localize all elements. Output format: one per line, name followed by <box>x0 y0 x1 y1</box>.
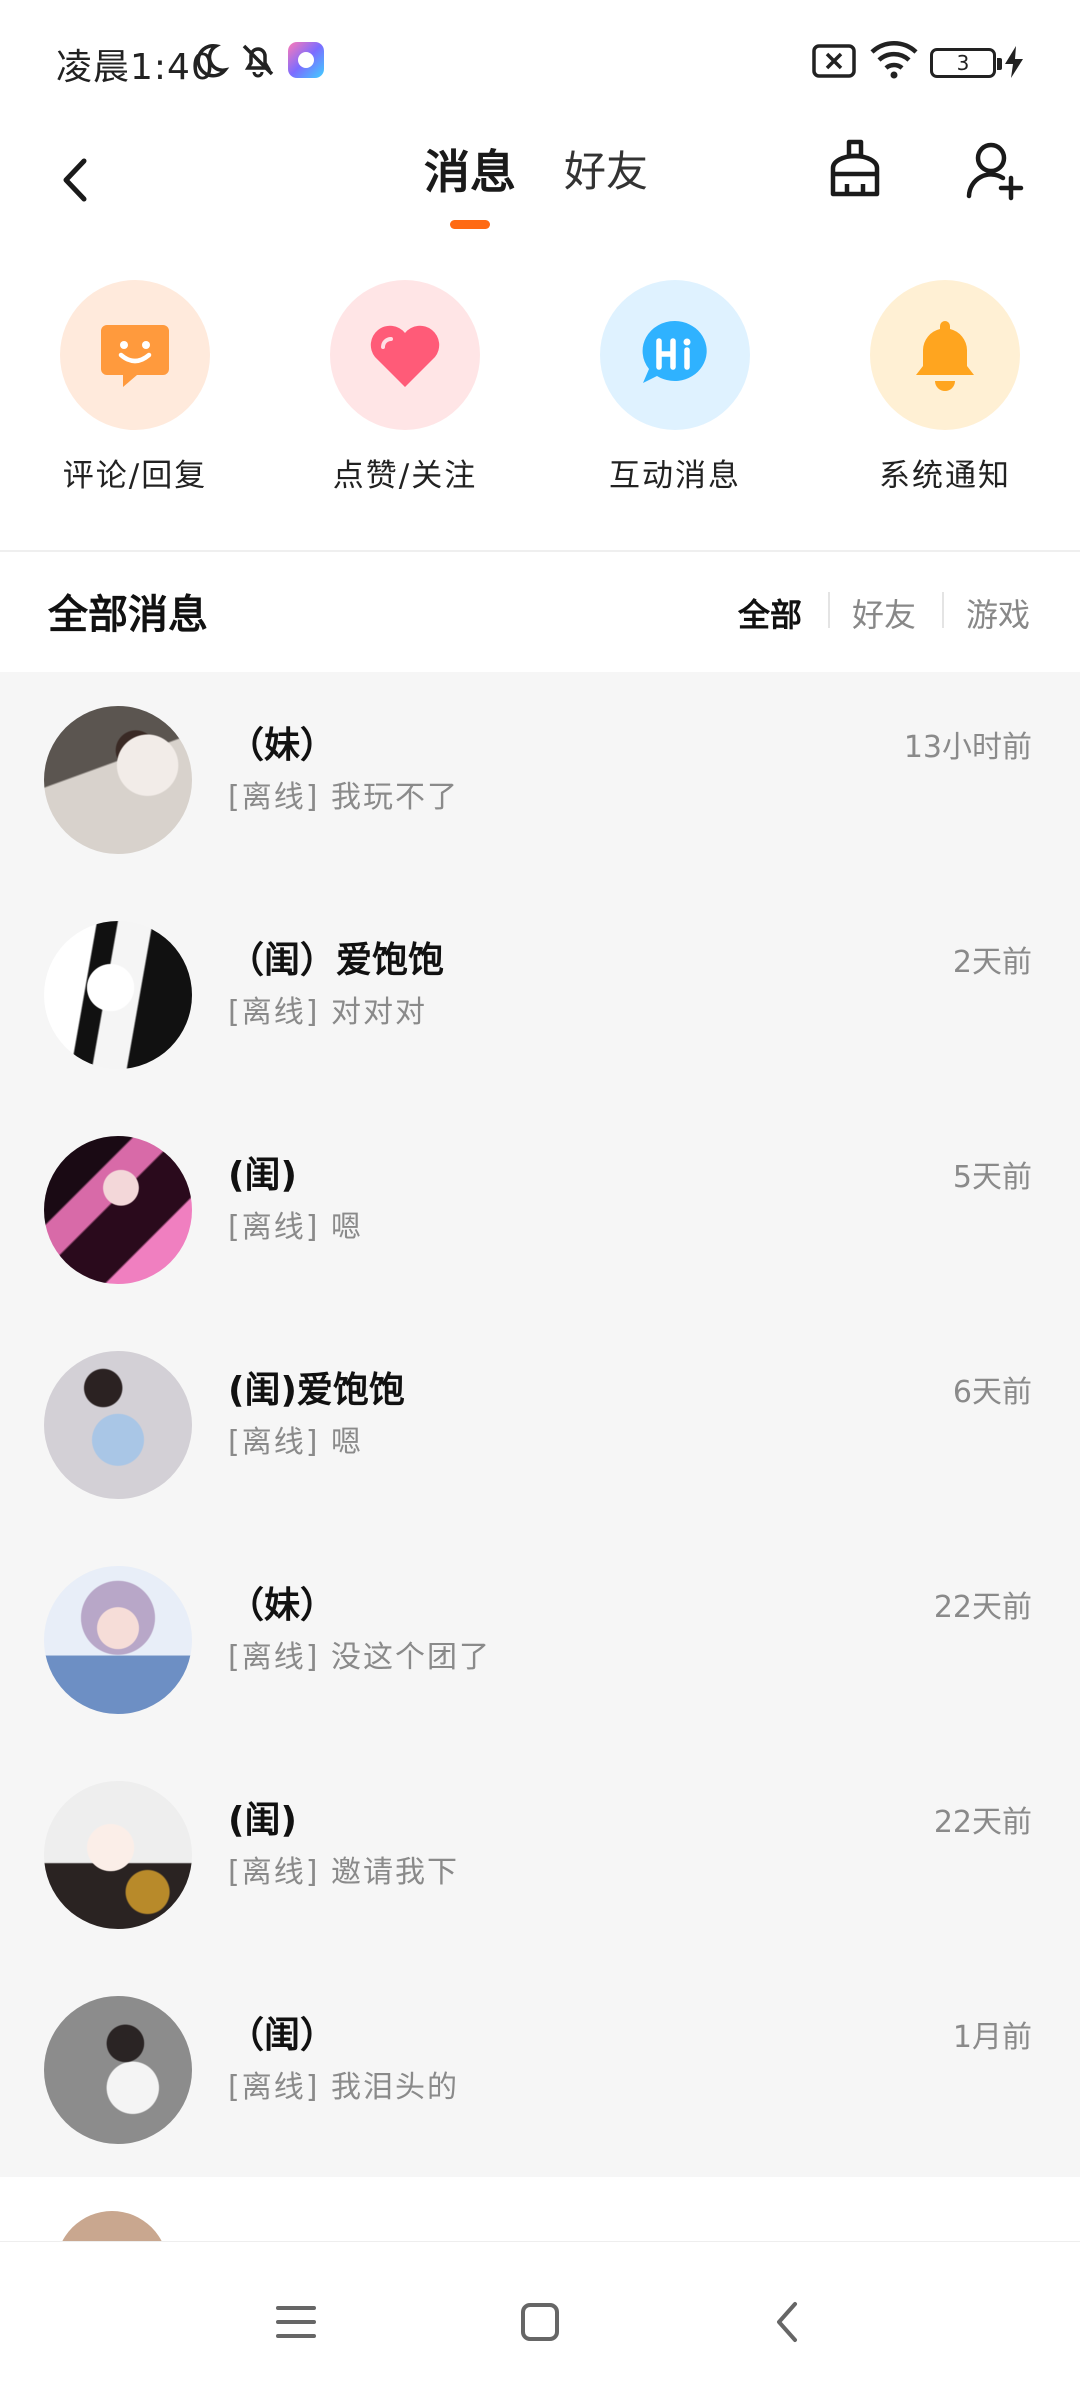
avatar[interactable] <box>44 1351 192 1499</box>
avatar[interactable] <box>44 1781 192 1929</box>
message-row[interactable]: （妹） [离线] 没这个团了 22天前 <box>0 1532 1080 1747</box>
app-notification-icon <box>288 42 324 78</box>
message-time: 5天前 <box>952 1160 1032 1195</box>
contact-name: (闺) <box>228 1155 297 1196</box>
contact-name: （妹） <box>228 1585 337 1626</box>
active-tab-indicator <box>450 220 490 229</box>
recent-apps-button[interactable] <box>256 2282 336 2362</box>
tab-messages[interactable]: 消息 <box>424 132 516 212</box>
filter-separator <box>942 592 944 628</box>
message-row[interactable]: (闺) [离线] 嗯 5天前 <box>0 1102 1080 1317</box>
message-row[interactable]: （妹） [离线] 我玩不了 13小时前 <box>0 672 1080 887</box>
category-label: 点赞/关注 <box>332 458 478 494</box>
category-icon-bg <box>60 280 210 430</box>
section-title: 全部消息 <box>48 592 208 638</box>
add-friend-button[interactable] <box>960 130 1030 210</box>
nav-back-button[interactable] <box>748 2282 828 2362</box>
message-preview: [离线] 我泪头的 <box>228 2070 459 2105</box>
avatar[interactable] <box>44 1996 192 2144</box>
filter-games[interactable]: 游戏 <box>966 590 1030 636</box>
message-time: 1月前 <box>952 2020 1032 2055</box>
heart-icon <box>370 325 440 387</box>
status-bar: 凌晨1:40 3 <box>0 0 1080 120</box>
message-preview: [离线] 邀请我下 <box>228 1855 459 1890</box>
contact-name: (闺)爱饱饱 <box>228 1370 405 1411</box>
message-row[interactable]: (闺) [离线] 邀请我下 22天前 <box>0 1747 1080 1962</box>
all-messages-header: 全部消息 全部 好友 游戏 <box>0 552 1080 672</box>
bell-off-icon <box>238 40 278 84</box>
message-preview: [离线] 对对对 <box>228 995 427 1030</box>
category-icon-bg <box>600 280 750 430</box>
wifi-icon <box>868 38 920 84</box>
battery-indicator: 3 <box>930 48 1002 78</box>
message-preview: [离线] 嗯 <box>228 1425 363 1460</box>
broom-icon <box>830 139 880 197</box>
hi-bubble-icon <box>642 320 707 383</box>
category-comments[interactable]: 评论/回复 <box>35 280 235 495</box>
message-categories: 评论/回复 点赞/关注 互动消息 系统通知 <box>0 280 1080 550</box>
add-friend-icon <box>966 142 1024 201</box>
message-list: （妹） [离线] 我玩不了 13小时前 （闺）爱饱饱 [离线] 对对对 2天前 … <box>0 672 1080 2177</box>
contact-name: （闺）爱饱饱 <box>228 940 445 981</box>
home-square-icon <box>521 2303 559 2341</box>
moon-icon <box>190 40 230 84</box>
back-button[interactable] <box>44 140 104 220</box>
category-icon-bg <box>330 280 480 430</box>
category-label: 系统通知 <box>879 458 1011 494</box>
filter-friends[interactable]: 好友 <box>852 590 916 636</box>
clear-messages-button[interactable] <box>820 130 890 210</box>
message-row[interactable]: (闺)爱饱饱 [离线] 嗯 6天前 <box>0 1317 1080 1532</box>
home-button[interactable] <box>500 2282 580 2362</box>
contact-name: （闺） <box>228 2015 337 2056</box>
back-icon <box>63 158 87 202</box>
top-header: 消息 好友 <box>0 120 1080 250</box>
nav-back-icon <box>777 2302 797 2342</box>
avatar[interactable] <box>44 921 192 1069</box>
category-interactions[interactable]: 互动消息 <box>575 280 775 495</box>
message-preview: [离线] 我玩不了 <box>228 780 459 815</box>
avatar[interactable] <box>44 1566 192 1714</box>
message-preview: [离线] 嗯 <box>228 1210 363 1245</box>
message-row-partial[interactable] <box>0 2177 1080 2241</box>
avatar[interactable] <box>56 2211 168 2241</box>
system-nav-bar <box>0 2241 1080 2400</box>
message-row[interactable]: （闺）爱饱饱 [离线] 对对对 2天前 <box>0 887 1080 1102</box>
menu-icon <box>276 2306 316 2338</box>
category-system-notices[interactable]: 系统通知 <box>845 280 1045 495</box>
filter-separator <box>828 592 830 628</box>
avatar[interactable] <box>44 706 192 854</box>
message-time: 22天前 <box>933 1590 1032 1625</box>
avatar[interactable] <box>44 1136 192 1284</box>
contact-name: (闺) <box>228 1800 297 1841</box>
message-preview: [离线] 没这个团了 <box>228 1640 491 1675</box>
message-row[interactable]: （闺） [离线] 我泪头的 1月前 <box>0 1962 1080 2177</box>
sim-x-icon <box>812 44 856 82</box>
bell-icon <box>916 321 974 391</box>
category-label: 互动消息 <box>609 458 741 494</box>
comment-smile-icon <box>101 325 169 387</box>
message-time: 2天前 <box>952 945 1032 980</box>
tab-friends[interactable]: 好友 <box>564 132 648 212</box>
charging-bolt-icon <box>1002 44 1026 84</box>
message-time: 6天前 <box>952 1375 1032 1410</box>
message-time: 22天前 <box>933 1805 1032 1840</box>
message-time: 13小时前 <box>903 730 1032 765</box>
category-label: 评论/回复 <box>62 458 208 494</box>
category-likes-follows[interactable]: 点赞/关注 <box>305 280 505 495</box>
filter-all[interactable]: 全部 <box>738 590 802 636</box>
contact-name: （妹） <box>228 725 337 766</box>
category-icon-bg <box>870 280 1020 430</box>
